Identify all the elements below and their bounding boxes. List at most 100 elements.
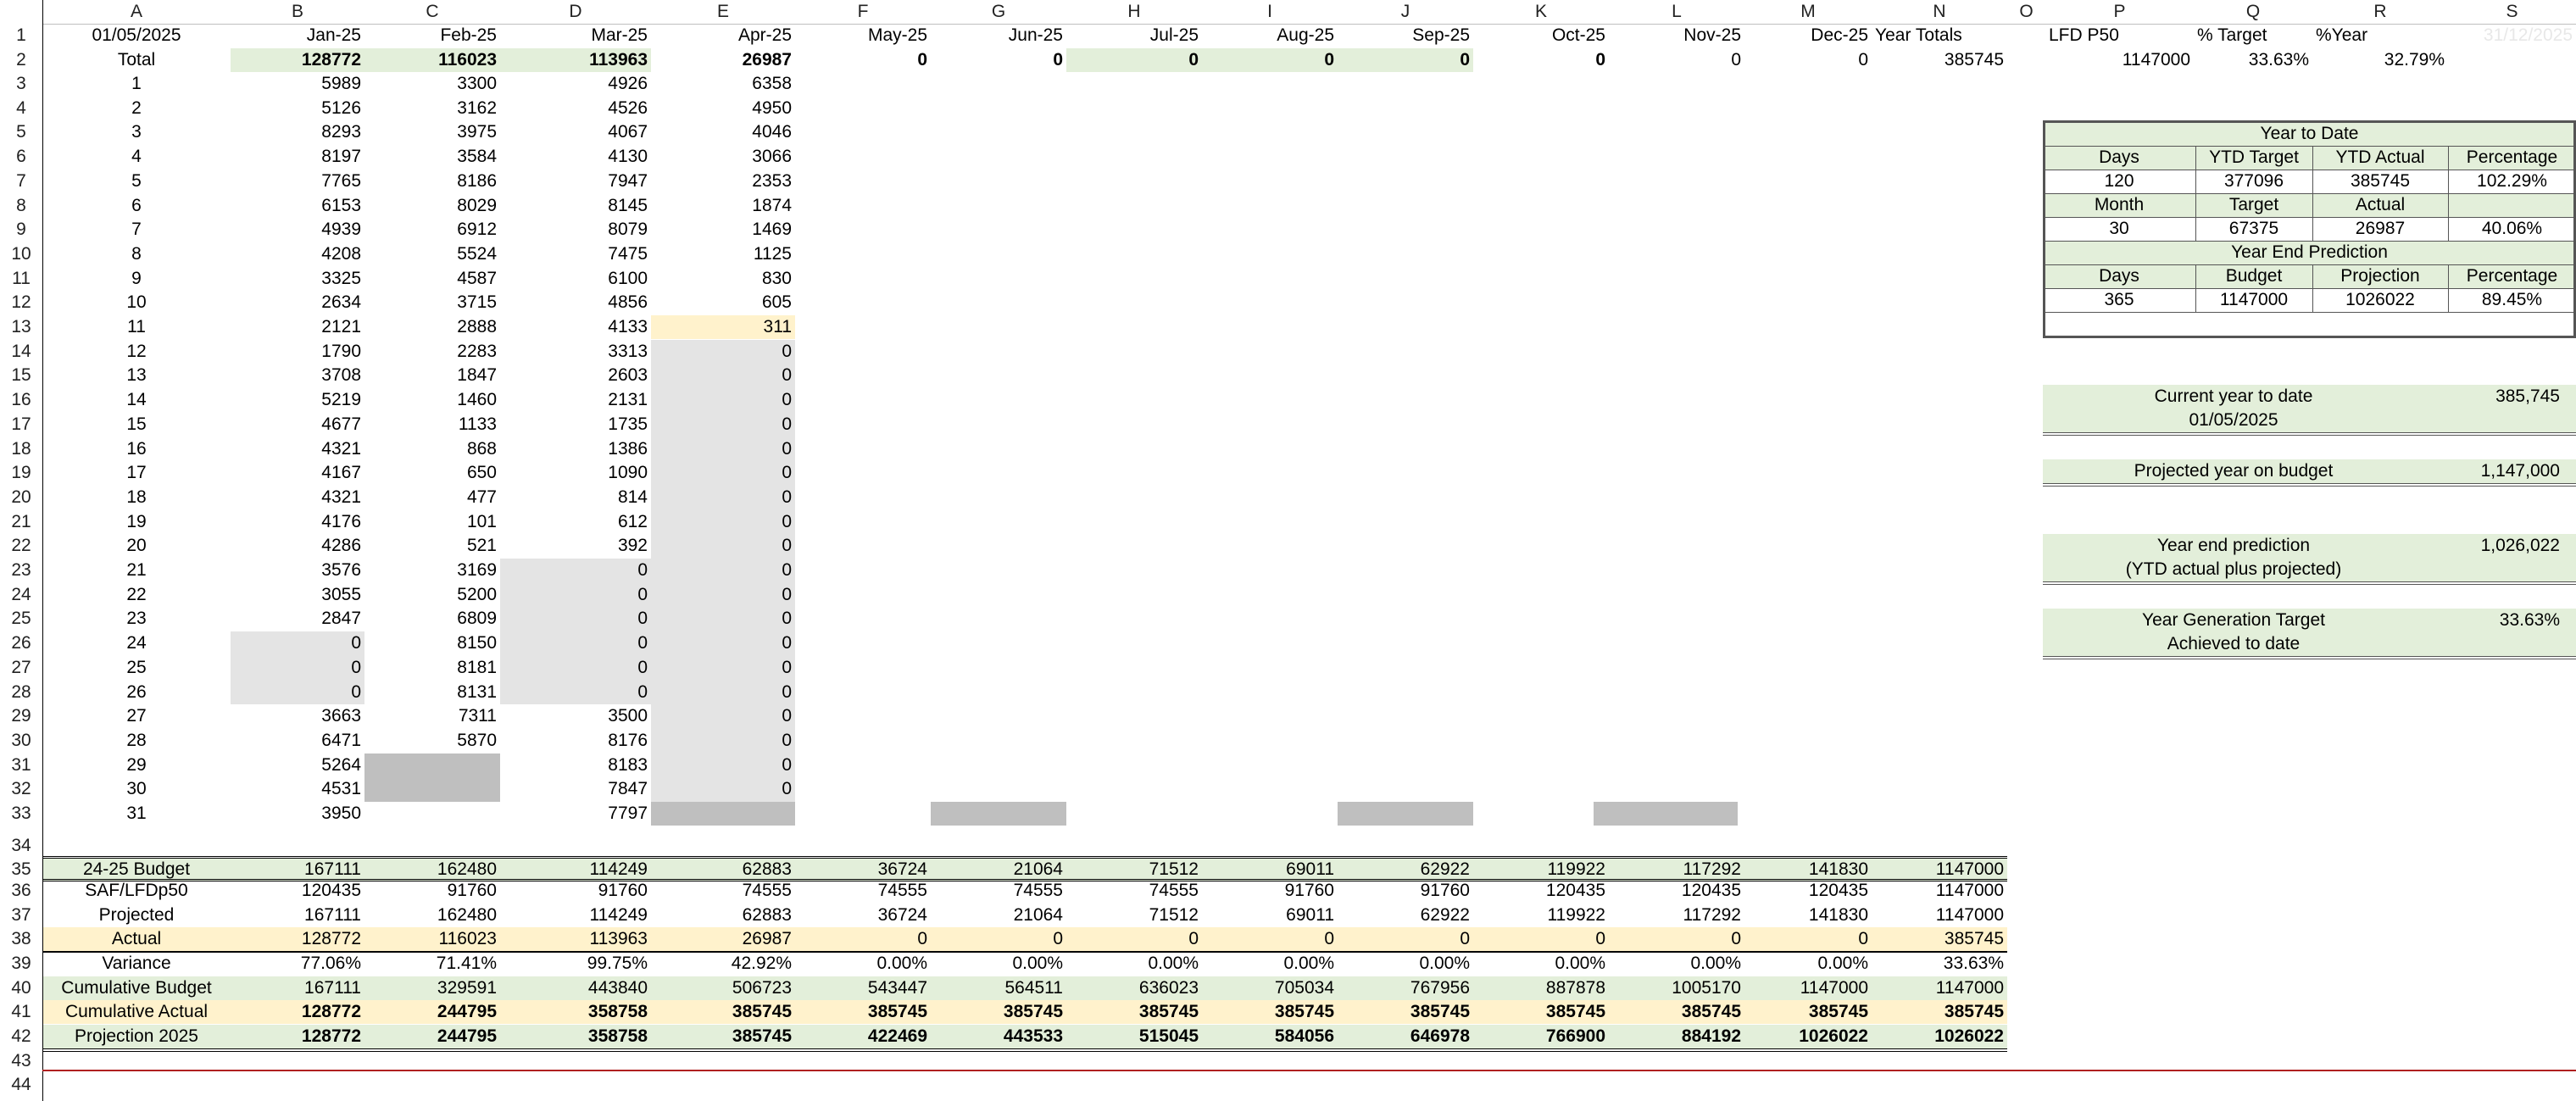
summary-value[interactable]: 0.00% xyxy=(1202,952,1338,976)
summary-value[interactable]: 74555 xyxy=(1066,879,1202,903)
day-number[interactable]: 26 xyxy=(42,681,231,704)
row-number[interactable]: 16 xyxy=(0,388,42,412)
summary-value[interactable]: 120435 xyxy=(1744,879,1872,903)
daily-value[interactable]: 4130 xyxy=(500,145,651,169)
summary-value[interactable]: 329591 xyxy=(364,976,500,1000)
daily-value[interactable]: 0 xyxy=(651,534,795,558)
daily-value[interactable]: 6471 xyxy=(231,729,364,753)
summary-value[interactable]: 1147000 xyxy=(1872,858,2007,881)
daily-value[interactable]: 605 xyxy=(651,291,795,314)
pct-year-header[interactable]: %Year xyxy=(2312,24,2448,47)
summary-label[interactable]: 24-25 Budget xyxy=(42,858,231,881)
daily-value[interactable]: 4176 xyxy=(231,510,364,534)
ytd-value[interactable]: 102.29% xyxy=(2448,170,2576,193)
daily-value[interactable]: 0 xyxy=(500,631,651,655)
daily-value[interactable]: 6809 xyxy=(364,607,500,631)
month-total[interactable]: 113963 xyxy=(500,48,651,72)
summary-value[interactable]: 0 xyxy=(1473,927,1609,951)
row-number[interactable]: 43 xyxy=(0,1049,42,1073)
summary-value[interactable]: 91760 xyxy=(364,879,500,903)
month-value[interactable]: 26987 xyxy=(2312,217,2448,241)
row-number[interactable]: 7 xyxy=(0,170,42,193)
row-number[interactable]: 31 xyxy=(0,753,42,777)
summary-value[interactable]: 1147000 xyxy=(1744,976,1872,1000)
month-value[interactable]: 40.06% xyxy=(2448,217,2576,241)
daily-value[interactable]: 4046 xyxy=(651,120,795,144)
daily-value[interactable]: 0 xyxy=(231,681,364,704)
summary-value[interactable]: 117292 xyxy=(1609,904,1744,927)
month-value[interactable]: 30 xyxy=(2043,217,2195,241)
daily-value[interactable]: 0 xyxy=(651,656,795,680)
daily-value[interactable]: 0 xyxy=(651,583,795,607)
summary-value[interactable]: 162480 xyxy=(364,904,500,927)
day-number[interactable]: 2 xyxy=(42,97,231,120)
daily-value[interactable]: 5524 xyxy=(364,242,500,266)
summary-value[interactable]: 91760 xyxy=(500,879,651,903)
row-number[interactable]: 14 xyxy=(0,340,42,364)
month-header[interactable]: Jan-25 xyxy=(231,24,364,47)
daily-value[interactable]: 0 xyxy=(651,388,795,412)
day-number[interactable]: 25 xyxy=(42,656,231,680)
daily-value[interactable]: 2634 xyxy=(231,291,364,314)
daily-value[interactable]: 8131 xyxy=(364,681,500,704)
day-number[interactable]: 7 xyxy=(42,218,231,242)
summary-value[interactable]: 385745 xyxy=(651,1000,795,1024)
summary-value[interactable]: 0 xyxy=(1744,927,1872,951)
day-number[interactable]: 6 xyxy=(42,194,231,218)
day-number[interactable]: 13 xyxy=(42,364,231,387)
summary-value[interactable]: 0.00% xyxy=(931,952,1066,976)
row-number[interactable]: 25 xyxy=(0,607,42,631)
summary-value[interactable]: 385745 xyxy=(1473,1000,1609,1024)
ytd-header[interactable]: Days xyxy=(2043,146,2195,170)
summary-value[interactable]: 1026022 xyxy=(1872,1025,2007,1048)
summary-value[interactable]: 74555 xyxy=(651,879,795,903)
summary-label[interactable]: Cumulative Budget xyxy=(42,976,231,1000)
summary-value[interactable]: 128772 xyxy=(231,1000,364,1024)
summary-value[interactable]: 385745 xyxy=(1338,1000,1473,1024)
summary-value[interactable]: 120435 xyxy=(231,879,364,903)
summary-value[interactable]: 36724 xyxy=(795,904,931,927)
day-number[interactable]: 1 xyxy=(42,72,231,96)
daily-value[interactable]: 2283 xyxy=(364,340,500,364)
summary-value[interactable]: 42.92% xyxy=(651,952,795,976)
summary-label[interactable]: Cumulative Actual xyxy=(42,1000,231,1024)
daily-value[interactable]: 3313 xyxy=(500,340,651,364)
row-number[interactable]: 35 xyxy=(0,858,42,881)
daily-value[interactable]: 5870 xyxy=(364,729,500,753)
daily-value[interactable]: 8079 xyxy=(500,218,651,242)
daily-value[interactable]: 5989 xyxy=(231,72,364,96)
daily-value[interactable]: 5200 xyxy=(364,583,500,607)
daily-value[interactable]: 7947 xyxy=(500,170,651,193)
month-total[interactable]: 0 xyxy=(931,48,1066,72)
row-number[interactable]: 28 xyxy=(0,681,42,704)
summary-value[interactable]: 71512 xyxy=(1066,858,1202,881)
daily-value[interactable]: 0 xyxy=(651,340,795,364)
ytd-value[interactable]: 377096 xyxy=(2195,170,2312,193)
summary-value[interactable]: 0 xyxy=(1609,927,1744,951)
summary-value[interactable]: 0 xyxy=(931,927,1066,951)
column-header-c[interactable]: C xyxy=(364,0,500,24)
daily-value[interactable]: 4133 xyxy=(500,315,651,339)
daily-value[interactable]: 4321 xyxy=(231,437,364,461)
month-total[interactable]: 128772 xyxy=(231,48,364,72)
daily-value[interactable]: 0 xyxy=(651,607,795,631)
row-number[interactable]: 19 xyxy=(0,461,42,485)
day-number[interactable]: 24 xyxy=(42,631,231,655)
column-header-j[interactable]: J xyxy=(1338,0,1473,24)
daily-value[interactable]: 8197 xyxy=(231,145,364,169)
summary-value[interactable]: 74555 xyxy=(931,879,1066,903)
row-number[interactable]: 40 xyxy=(0,976,42,1000)
ytd-title[interactable]: Year to Date xyxy=(2043,122,2576,146)
daily-value[interactable]: 1090 xyxy=(500,461,651,485)
row-number[interactable]: 29 xyxy=(0,704,42,728)
summary-label[interactable]: Projected xyxy=(42,904,231,927)
summary-value[interactable]: 1005170 xyxy=(1609,976,1744,1000)
daily-value[interactable]: 0 xyxy=(651,486,795,509)
daily-value[interactable]: 7765 xyxy=(231,170,364,193)
summary-value[interactable]: 0 xyxy=(795,927,931,951)
daily-value[interactable]: 521 xyxy=(364,534,500,558)
month-value[interactable]: 67375 xyxy=(2195,217,2312,241)
day-number[interactable]: 16 xyxy=(42,437,231,461)
day-number[interactable]: 18 xyxy=(42,486,231,509)
daily-value[interactable]: 3162 xyxy=(364,97,500,120)
